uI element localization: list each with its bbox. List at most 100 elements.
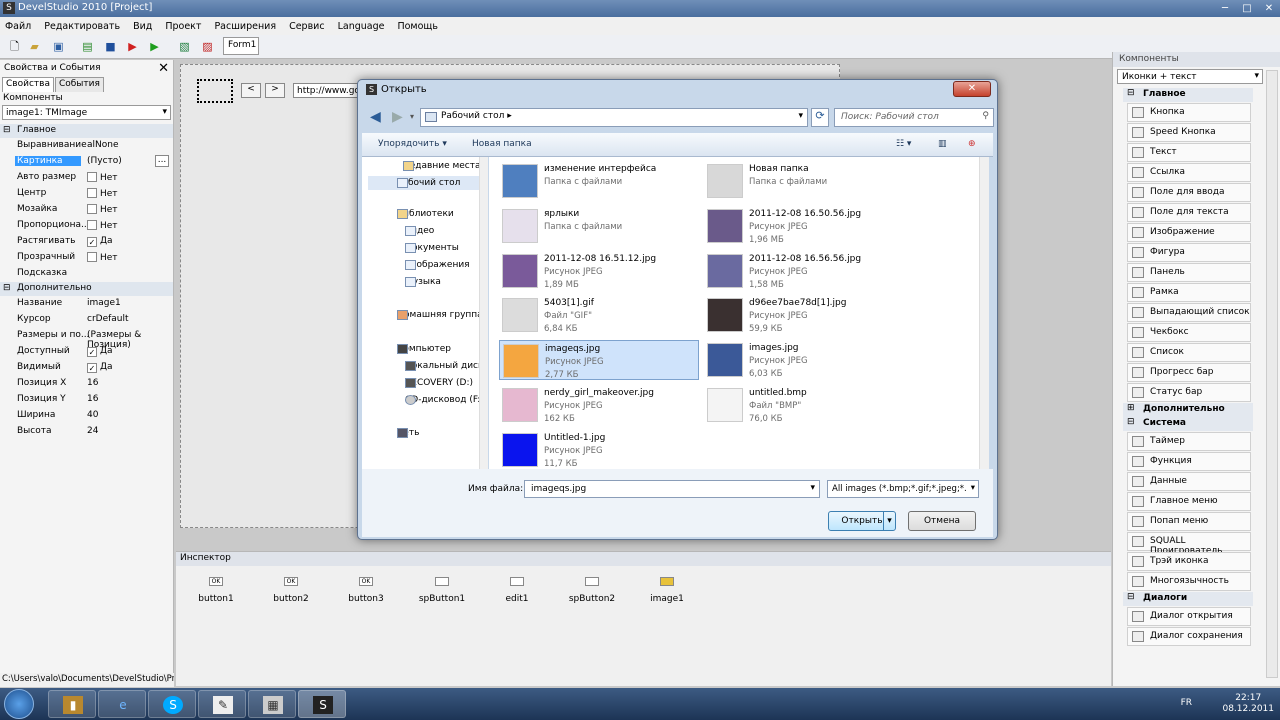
- help-icon[interactable]: ⊕: [968, 139, 976, 149]
- component-item[interactable]: Данные: [1127, 472, 1251, 491]
- component-item[interactable]: Прогресс бар: [1127, 363, 1251, 382]
- close-icon[interactable]: ✕: [158, 61, 169, 76]
- save-icon[interactable]: ▣: [52, 40, 65, 53]
- taskbar-develstudio[interactable]: S: [298, 690, 346, 718]
- component-item[interactable]: Изображение: [1127, 223, 1251, 242]
- preview-pane-icon[interactable]: ▥: [938, 139, 947, 149]
- tab-form1[interactable]: Form1: [223, 37, 259, 55]
- menu-language[interactable]: Language: [338, 21, 385, 32]
- stop-icon[interactable]: ■: [104, 40, 117, 53]
- checkbox[interactable]: [87, 252, 97, 262]
- collapse-icon[interactable]: ⊟: [3, 283, 11, 293]
- section-0[interactable]: Главное: [1123, 88, 1253, 102]
- file-item[interactable]: imageqs.jpg Рисунок JPEG 2,77 КБ: [499, 340, 699, 381]
- checkbox[interactable]: [87, 188, 97, 198]
- nav-homegroup[interactable]: Домашняя группа: [382, 310, 482, 320]
- image1-selection[interactable]: [197, 79, 233, 103]
- prop-row[interactable]: Центр Нет: [0, 186, 173, 202]
- component-item[interactable]: Выпадающий список: [1127, 303, 1251, 322]
- component-item[interactable]: Speed Кнопка: [1127, 123, 1251, 142]
- component-item[interactable]: Многоязычность: [1127, 572, 1251, 591]
- file-item[interactable]: nerdy_girl_makeover.jpg Рисунок JPEG 162 К…: [499, 385, 699, 425]
- component-item[interactable]: Чекбокс: [1127, 323, 1251, 342]
- component-item[interactable]: Главное меню: [1127, 492, 1251, 511]
- back-arrow-icon[interactable]: ◀: [370, 109, 381, 125]
- taskbar-app[interactable]: ▦: [248, 690, 296, 718]
- checkbox-checked[interactable]: ✓: [87, 237, 97, 247]
- menu-extensions[interactable]: Расширения: [214, 21, 276, 32]
- open-button[interactable]: Открыть ▾: [828, 511, 896, 531]
- prop-row[interactable]: Пропорциона... Нет: [0, 218, 173, 234]
- nav-video[interactable]: Видео: [390, 226, 490, 236]
- nav-music[interactable]: Музыка: [390, 277, 490, 287]
- language-indicator[interactable]: FR: [1181, 698, 1192, 708]
- search-input[interactable]: Поиск: Рабочий стол ⚲: [834, 108, 994, 127]
- close-button[interactable]: ✕: [1258, 0, 1280, 17]
- file-item[interactable]: 2011-12-08 16.50.56.jpg Рисунок JPEG 1,96 …: [704, 206, 904, 246]
- inspector-item[interactable]: spButton2: [562, 577, 622, 604]
- file-item[interactable]: 2011-12-08 16.51.12.jpg Рисунок JPEG 1,89 …: [499, 251, 699, 291]
- component-item[interactable]: Поле для ввода: [1127, 183, 1251, 202]
- inspector-item[interactable]: OK button2: [261, 577, 321, 604]
- component-item[interactable]: Поле для текста: [1127, 203, 1251, 222]
- menu-help[interactable]: Помощь: [397, 21, 437, 32]
- file-item[interactable]: 5403[1].gif Файл "GIF" 6,84 КБ: [499, 295, 699, 335]
- maximize-button[interactable]: □: [1236, 0, 1258, 17]
- taskbar-ie[interactable]: e: [98, 690, 146, 718]
- view-options-icon[interactable]: ☷ ▾: [896, 139, 911, 149]
- nav-images[interactable]: Изображения: [390, 260, 490, 270]
- prop-row[interactable]: Размеры и по... (Размеры & Позиция): [0, 328, 173, 350]
- file-item[interactable]: 2011-12-08 16.56.56.jpg Рисунок JPEG 1,58 …: [704, 251, 904, 291]
- taskbar-explorer[interactable]: ▮: [48, 690, 96, 718]
- prop-row[interactable]: Видимый ✓ Да: [0, 360, 173, 376]
- taskbar-notepad[interactable]: ✎: [198, 690, 246, 718]
- remove-form-icon[interactable]: ▨: [201, 40, 214, 53]
- view-mode-select[interactable]: Иконки + текст: [1117, 69, 1263, 84]
- prop-row[interactable]: Позиция Y 16: [0, 392, 173, 408]
- inspector-item[interactable]: spButton1: [412, 577, 472, 604]
- prop-row[interactable]: Авто размер Нет: [0, 170, 173, 186]
- component-item[interactable]: Попап меню: [1127, 512, 1251, 531]
- section-2[interactable]: Система: [1123, 417, 1253, 431]
- open-folder-icon[interactable]: ▰: [28, 40, 41, 53]
- menu-service[interactable]: Сервис: [289, 21, 325, 32]
- organize-button[interactable]: Упорядочить ▾: [378, 139, 447, 149]
- inspector-item[interactable]: OK button3: [336, 577, 396, 604]
- checkbox[interactable]: [87, 172, 97, 182]
- tab-events[interactable]: События: [54, 77, 104, 92]
- nav-drive-f[interactable]: CD-дисковод (F:: [390, 395, 490, 405]
- nav-recent[interactable]: Недавние места: [388, 161, 488, 171]
- checkbox[interactable]: [87, 220, 97, 230]
- prop-row[interactable]: Выравнивание alNone: [0, 138, 173, 154]
- checkbox-checked[interactable]: ✓: [87, 347, 97, 357]
- file-item[interactable]: Новая папка Папка с файлами: [704, 161, 904, 201]
- component-item[interactable]: Диалог сохранения: [1127, 627, 1251, 646]
- new-folder-button[interactable]: Новая папка: [472, 139, 532, 149]
- inspector-item[interactable]: image1: [637, 577, 697, 604]
- file-item[interactable]: ярлыки Папка с файлами: [499, 206, 699, 246]
- nav-libraries[interactable]: Библиотеки: [382, 209, 482, 219]
- button-next[interactable]: >: [265, 83, 285, 98]
- component-item[interactable]: Фигура: [1127, 243, 1251, 262]
- taskbar-skype[interactable]: S: [148, 690, 196, 718]
- nav-documents[interactable]: Документы: [390, 243, 490, 253]
- nav-desktop[interactable]: Рабочий стол: [368, 176, 481, 190]
- component-item[interactable]: Статус бар: [1127, 383, 1251, 402]
- prop-row[interactable]: Название image1: [0, 296, 173, 312]
- component-item[interactable]: Кнопка: [1127, 103, 1251, 122]
- component-item[interactable]: Функция: [1127, 452, 1251, 471]
- component-select[interactable]: image1: TMImage: [2, 105, 171, 120]
- ellipsis-button[interactable]: ...: [155, 155, 169, 167]
- debug-run-icon[interactable]: ▶: [126, 40, 139, 53]
- section-1[interactable]: Дополнительно: [1123, 403, 1253, 417]
- component-item[interactable]: Панель: [1127, 263, 1251, 282]
- start-button[interactable]: [4, 689, 34, 719]
- refresh-button[interactable]: ⟳: [811, 108, 829, 127]
- button-prev[interactable]: <: [241, 83, 261, 98]
- component-item[interactable]: SQUALL Проигрователь: [1127, 532, 1251, 556]
- url-edit[interactable]: http://www.go: [293, 83, 363, 98]
- dialog-close-button[interactable]: ✕: [953, 81, 991, 97]
- file-item[interactable]: untitled.bmp Файл "BMP" 76,0 КБ: [704, 385, 904, 425]
- checkbox[interactable]: [87, 204, 97, 214]
- file-item[interactable]: images.jpg Рисунок JPEG 6,03 КБ: [704, 340, 904, 380]
